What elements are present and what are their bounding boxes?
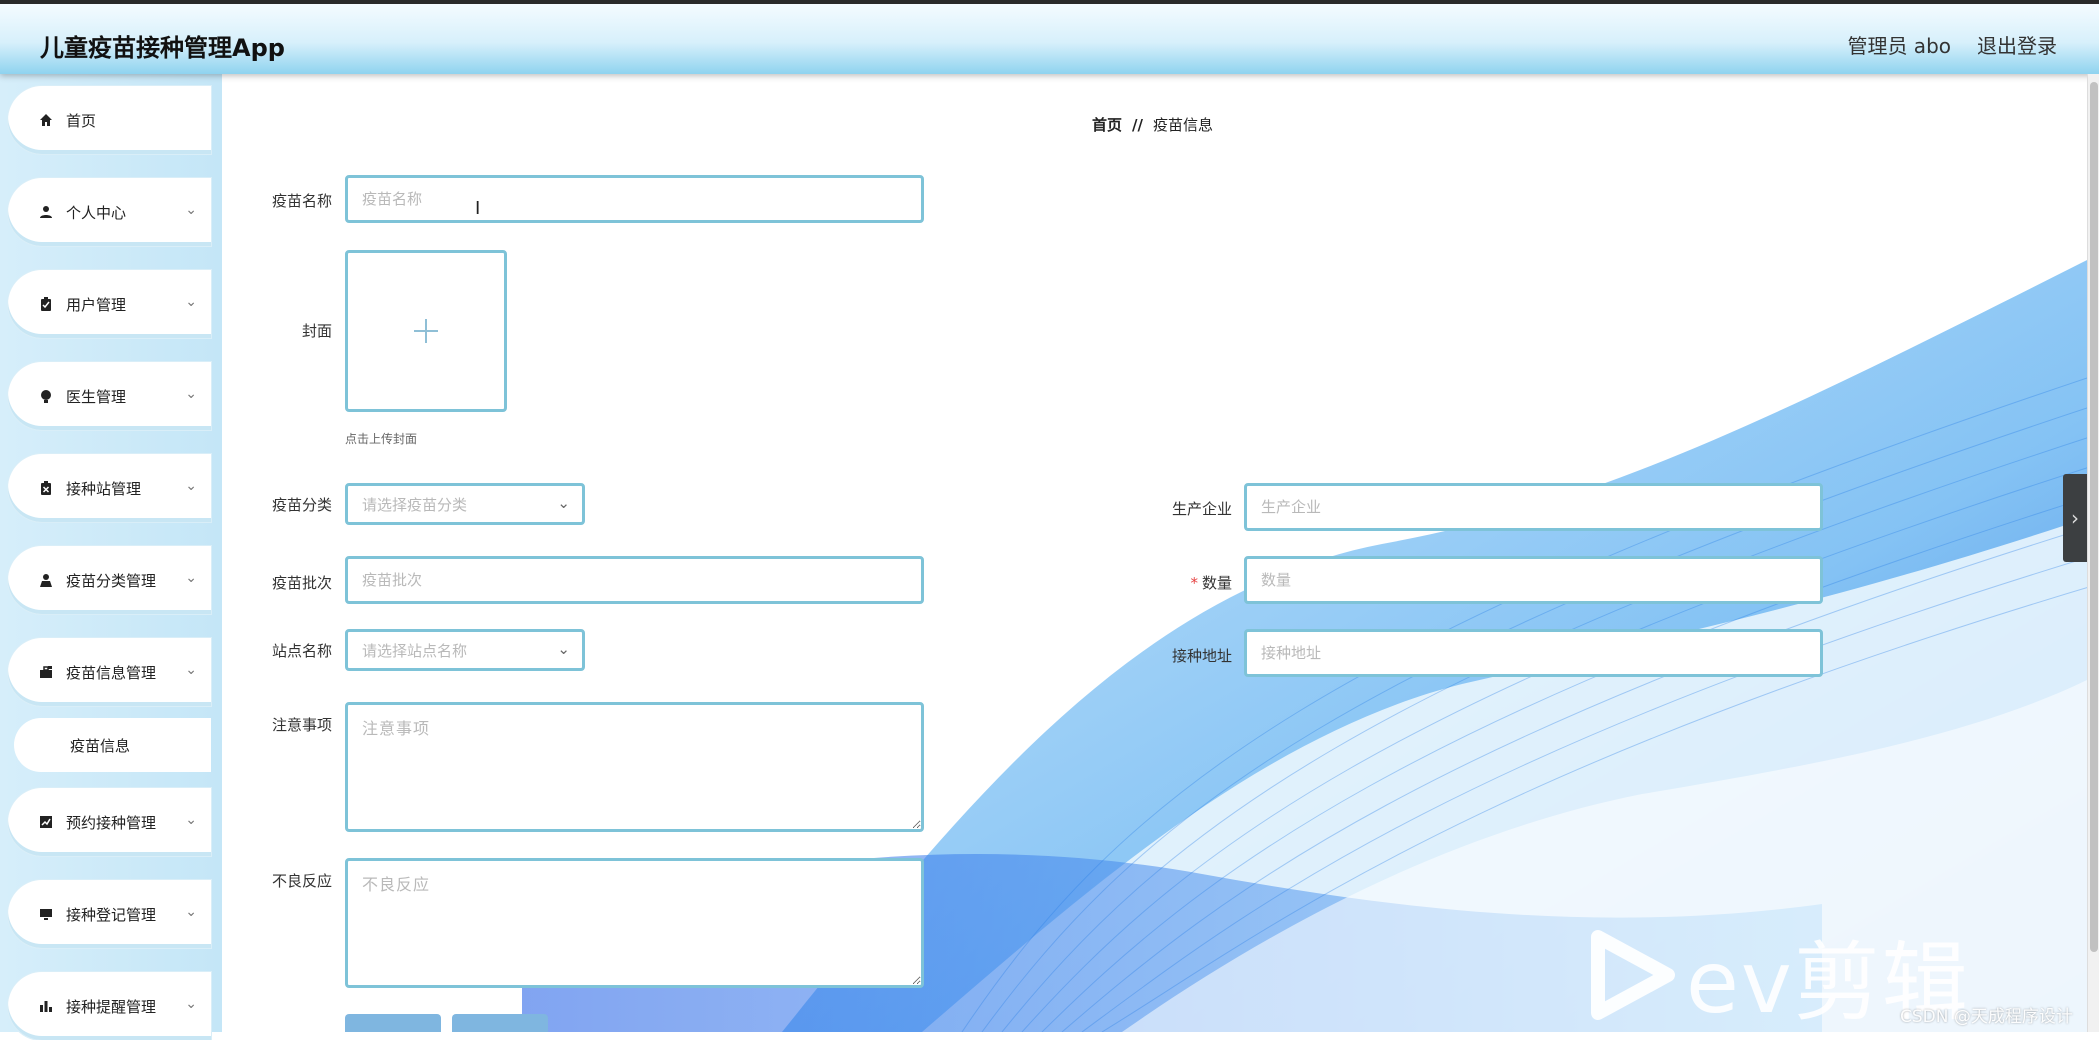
sidebar-item-station-management[interactable]: 接种站管理 ⌄ (8, 454, 211, 522)
cancel-button[interactable] (452, 1014, 548, 1032)
sidebar-item-label: 接种登记管理 (66, 905, 157, 924)
main-content: 首页 // 疫苗信息 疫苗名称 封面 点击上传封面 疫苗分类 请选择疫苗分类 ⌄ 生… (222, 74, 2099, 1032)
top-header: 儿童疫苗接种管理App 管理员 abo 退出登录 (0, 0, 2099, 74)
submit-button[interactable] (345, 1014, 441, 1032)
sidebar: 首页 个人中心 ⌄ 用户管理 ⌄ 医生管理 ⌄ 接种站管理 ⌄ 疫苗分类管理 ⌄ (0, 74, 222, 1040)
bar-chart-icon (38, 998, 54, 1014)
sidebar-item-registration-management[interactable]: 接种登记管理 ⌄ (8, 880, 211, 948)
sidebar-item-label: 接种提醒管理 (66, 997, 157, 1016)
breadcrumb-home[interactable]: 首页 (1092, 116, 1122, 134)
chart-icon (38, 814, 54, 830)
cover-label: 封面 (301, 322, 332, 340)
vaccine-category-label: 疫苗分类 (271, 496, 332, 514)
text-cursor-icon: I (475, 198, 481, 219)
logout-button[interactable]: 退出登录 (1977, 30, 2057, 59)
clipboard-x-icon (38, 480, 54, 496)
vaccination-address-input[interactable] (1244, 629, 1823, 677)
chevron-down-icon: ⌄ (185, 570, 197, 586)
required-mark: * (1190, 574, 1198, 592)
person-icon (38, 572, 54, 588)
sidebar-item-appointment-management[interactable]: 预约接种管理 ⌄ (8, 788, 211, 856)
sidebar-item-doctor-management[interactable]: 医生管理 ⌄ (8, 362, 211, 430)
chevron-down-icon: ⌄ (185, 662, 197, 678)
notes-label: 注意事项 (271, 716, 332, 734)
csdn-credit: CSDN @天成程序设计 (1900, 1007, 2073, 1027)
briefcase-icon (38, 664, 54, 680)
bulb-icon (38, 388, 54, 404)
chevron-down-icon: ⌄ (557, 494, 570, 512)
app-title: 儿童疫苗接种管理App (40, 34, 285, 62)
chevron-down-icon: ⌄ (185, 294, 197, 310)
quantity-input[interactable] (1244, 556, 1823, 604)
clipboard-icon (38, 296, 54, 312)
manufacturer-label: 生产企业 (1171, 500, 1232, 518)
chevron-down-icon: ⌄ (185, 202, 197, 218)
sidebar-subitem-label: 疫苗信息 (70, 736, 131, 755)
station-name-label: 站点名称 (271, 642, 332, 660)
sidebar-item-label: 接种站管理 (66, 479, 142, 498)
chevron-down-icon: ⌄ (557, 640, 570, 658)
chevron-down-icon: ⌄ (185, 812, 197, 828)
chevron-down-icon: ⌄ (185, 386, 197, 402)
scrollbar-thumb[interactable] (2090, 82, 2098, 952)
sidebar-item-label: 个人中心 (66, 203, 127, 222)
sidebar-item-label: 首页 (66, 111, 97, 130)
sidebar-item-personal-center[interactable]: 个人中心 ⌄ (8, 178, 211, 246)
vaccine-category-select[interactable]: 请选择疫苗分类 ⌄ (345, 483, 585, 525)
sidebar-item-label: 医生管理 (66, 387, 127, 406)
sidebar-item-vaccine-info-management[interactable]: 疫苗信息管理 ⌄ (8, 638, 211, 706)
sidebar-item-label: 预约接种管理 (66, 813, 157, 832)
play-logo-icon (1591, 929, 1675, 1020)
chevron-right-icon[interactable]: › (2063, 474, 2087, 562)
home-icon (38, 112, 54, 128)
adverse-reactions-label: 不良反应 (271, 872, 332, 890)
station-name-select[interactable]: 请选择站点名称 ⌄ (345, 629, 585, 671)
adverse-reactions-textarea[interactable] (345, 858, 924, 988)
user-icon (38, 204, 54, 220)
breadcrumb: 首页 // 疫苗信息 (1092, 114, 1213, 135)
vaccine-name-label: 疫苗名称 (271, 192, 332, 210)
plus-icon (414, 319, 438, 343)
select-placeholder: 请选择站点名称 (362, 641, 468, 660)
sidebar-item-label: 疫苗信息管理 (66, 663, 157, 682)
chevron-down-icon: ⌄ (185, 904, 197, 920)
chevron-down-icon: ⌄ (185, 996, 197, 1012)
vaccination-address-label: 接种地址 (1171, 647, 1232, 665)
sidebar-item-label: 用户管理 (66, 295, 127, 314)
chevron-down-icon: ⌄ (185, 478, 197, 494)
sidebar-item-label: 疫苗分类管理 (66, 571, 157, 590)
sidebar-item-home[interactable]: 首页 (8, 86, 211, 154)
sidebar-item-user-management[interactable]: 用户管理 ⌄ (8, 270, 211, 338)
notes-textarea[interactable] (345, 702, 924, 832)
vaccine-batch-label: 疫苗批次 (271, 574, 332, 592)
vaccine-name-input[interactable] (345, 175, 924, 223)
select-placeholder: 请选择疫苗分类 (362, 495, 468, 514)
sidebar-subitem-vaccine-info[interactable]: 疫苗信息 (14, 718, 211, 772)
manufacturer-input[interactable] (1244, 483, 1823, 531)
sidebar-item-vaccine-category-management[interactable]: 疫苗分类管理 ⌄ (8, 546, 211, 614)
quantity-label: * 数量 (1190, 574, 1232, 592)
current-user-label: 管理员 abo (1847, 34, 1951, 58)
monitor-icon (38, 906, 54, 922)
vaccine-batch-input[interactable] (345, 556, 924, 604)
cover-upload-hint: 点击上传封面 (345, 432, 418, 446)
breadcrumb-separator: // (1132, 116, 1143, 134)
page-scrollbar[interactable] (2087, 74, 2099, 1032)
sidebar-item-reminder-management[interactable]: 接种提醒管理 ⌄ (8, 972, 211, 1040)
breadcrumb-current: 疫苗信息 (1152, 116, 1213, 134)
cover-upload-button[interactable] (345, 250, 507, 412)
